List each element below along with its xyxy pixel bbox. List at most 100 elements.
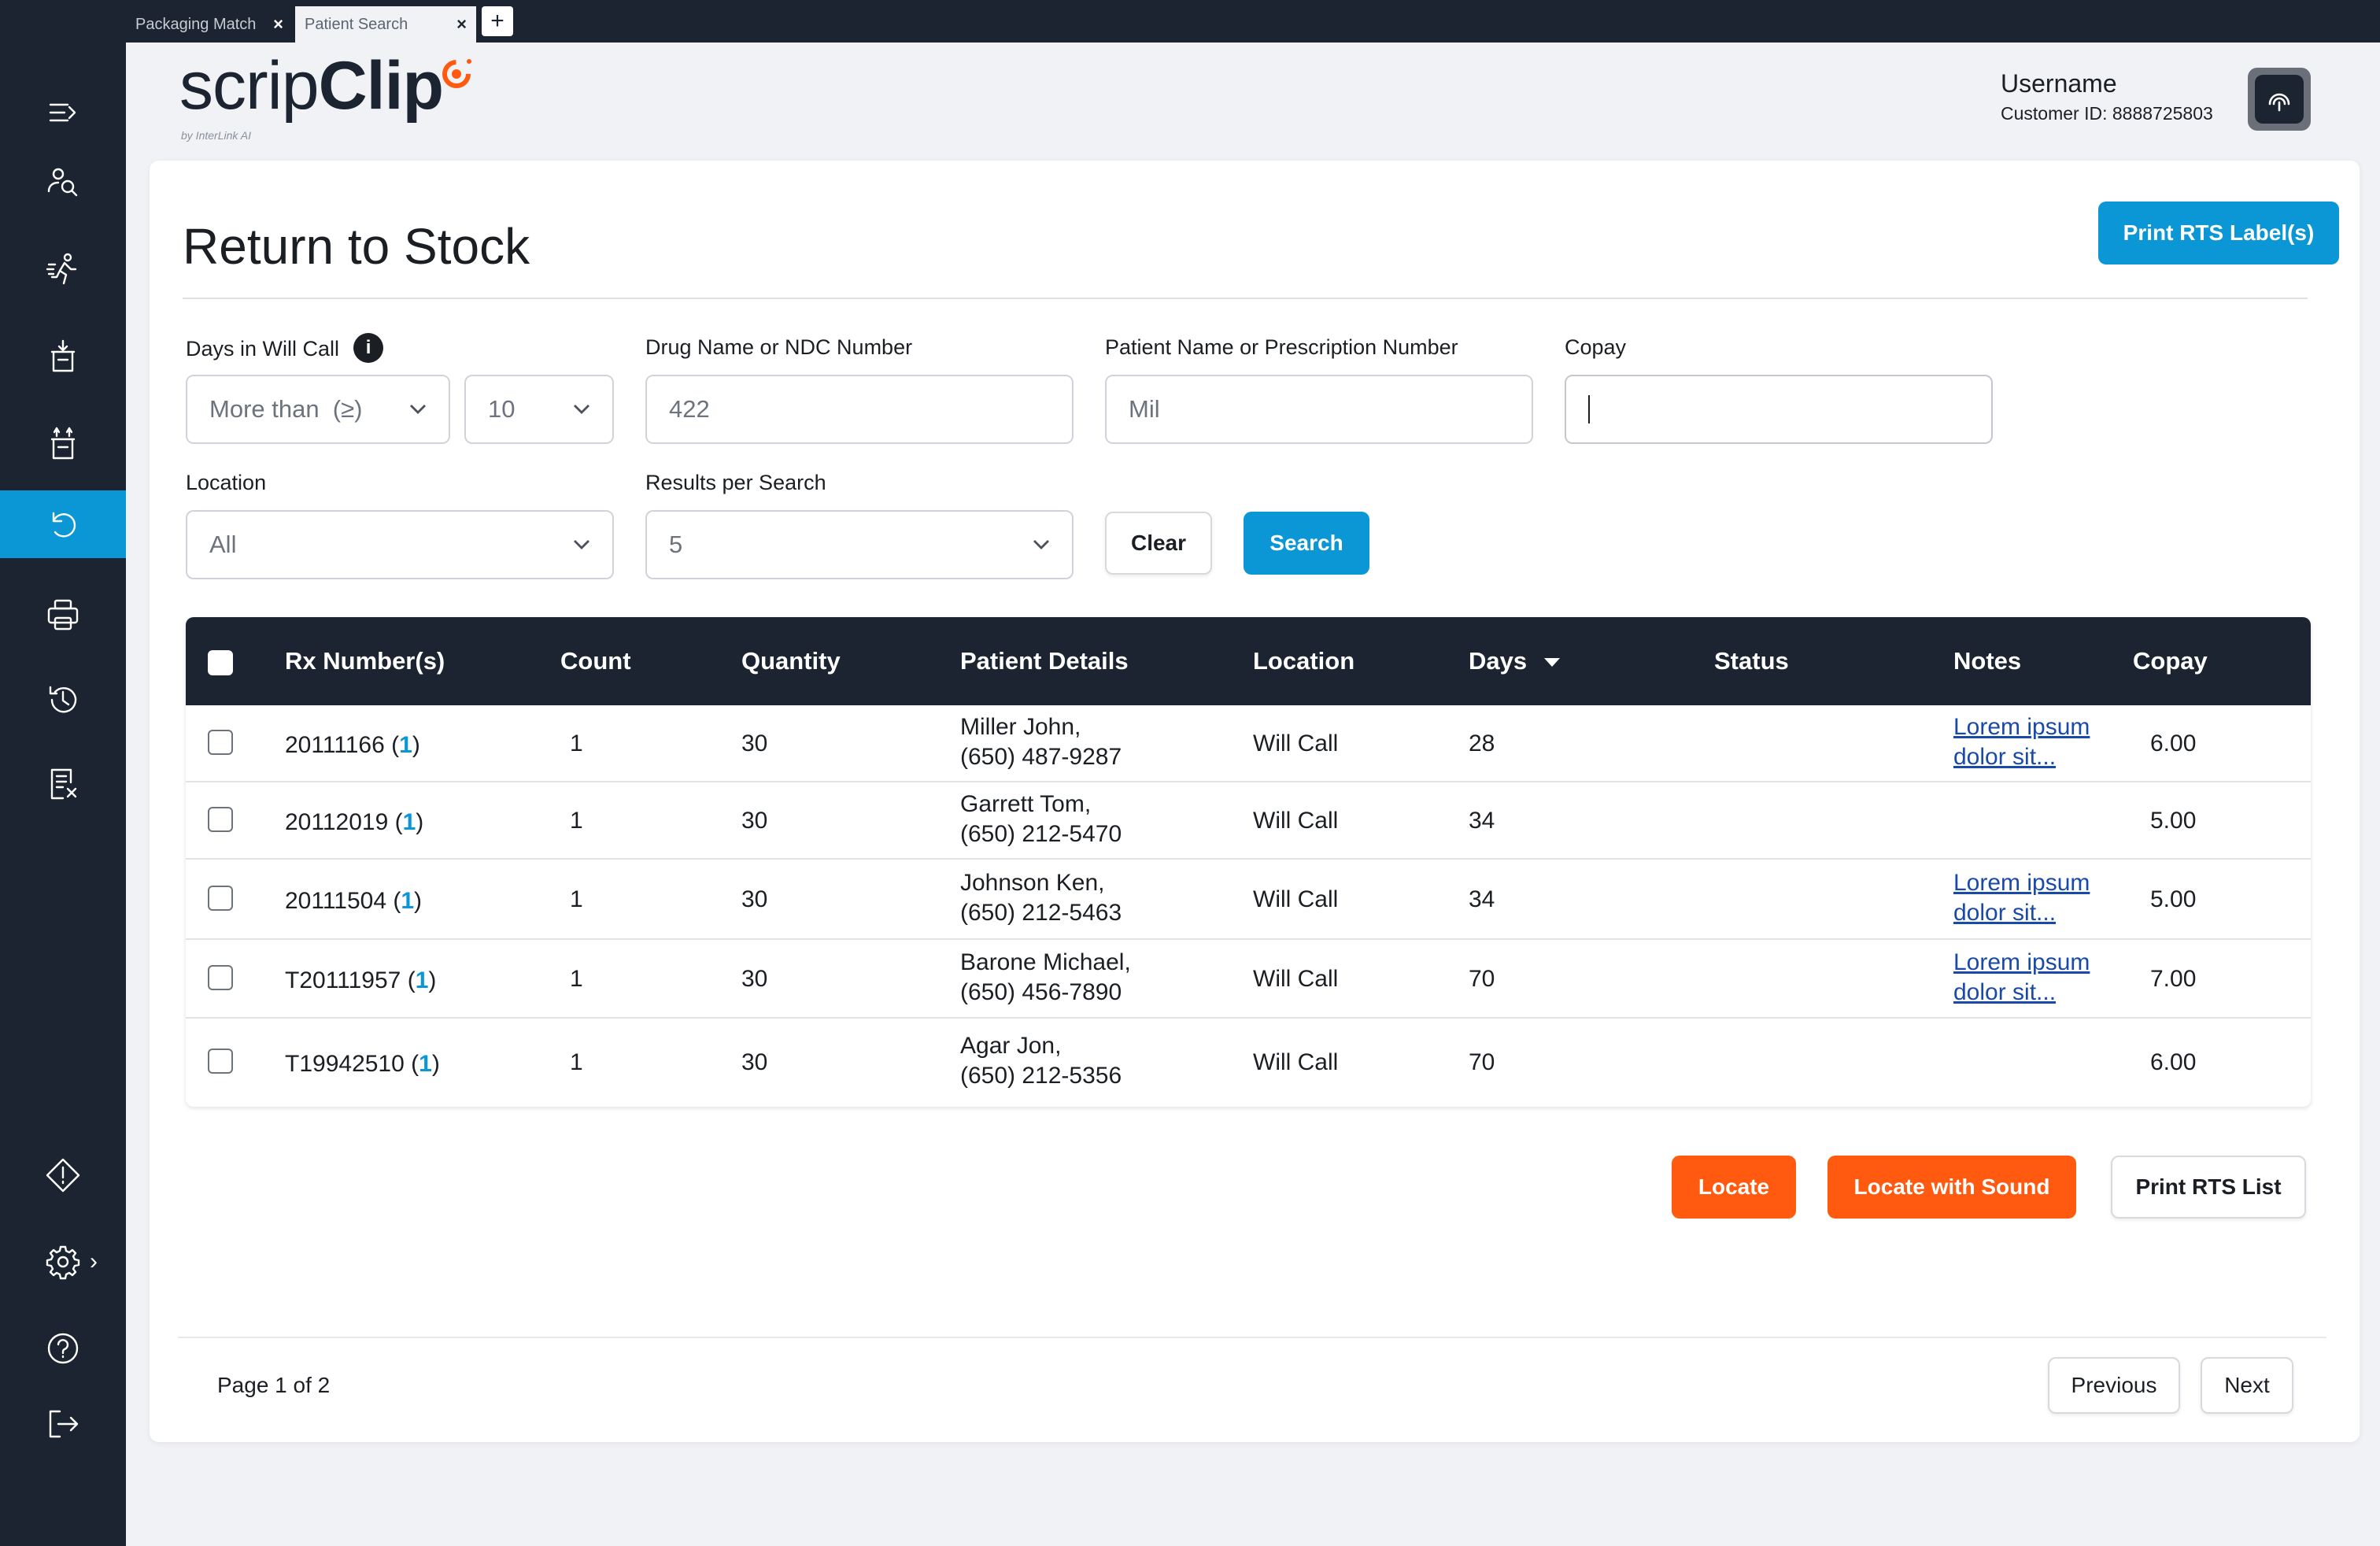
- patient-details-cell: Garrett Tom, (650) 212-5470: [960, 790, 1122, 849]
- sidebar-item-runner[interactable]: [0, 235, 126, 303]
- print-rts-labels-button[interactable]: Print RTS Label(s): [2098, 202, 2339, 264]
- tab-packaging-match[interactable]: Packaging Match ×: [126, 6, 293, 43]
- copay-label: Copay: [1565, 335, 1627, 359]
- sidebar-item-logout[interactable]: [0, 1390, 126, 1458]
- title-divider: [183, 298, 2308, 299]
- column-header-patient[interactable]: Patient Details: [960, 647, 1129, 675]
- customer-id: Customer ID: 8888725803: [2001, 103, 2213, 124]
- column-header-status[interactable]: Status: [1714, 647, 1789, 675]
- alert-diamond-icon: [46, 1158, 80, 1193]
- row-checkbox[interactable]: [208, 1049, 233, 1074]
- location-select[interactable]: All: [186, 510, 614, 579]
- rx-number-cell: 20111166 (1): [285, 732, 420, 758]
- tab-patient-search[interactable]: Patient Search ×: [295, 6, 476, 43]
- row-checkbox[interactable]: [208, 807, 233, 832]
- sidebar-item-cancel-receipt[interactable]: [0, 750, 126, 818]
- row-checkbox[interactable]: [208, 965, 233, 990]
- days-header-label: Days: [1469, 647, 1528, 675]
- patient-details-cell: Miller John, (650) 487-9287: [960, 712, 1122, 772]
- patient-name-value: Mil: [1129, 395, 1160, 423]
- patient-search-icon: [47, 168, 78, 197]
- tab-label: Packaging Match: [135, 15, 257, 33]
- sidebar-item-history[interactable]: [0, 666, 126, 734]
- menu-expand-button[interactable]: [0, 79, 126, 146]
- new-tab-button[interactable]: +: [482, 6, 513, 36]
- column-header-count[interactable]: Count: [560, 647, 631, 675]
- patient-name: Agar Jon,: [960, 1033, 1062, 1059]
- search-button[interactable]: Search: [1244, 512, 1369, 575]
- sidebar-item-patient-search[interactable]: [0, 148, 126, 216]
- days-value-select[interactable]: 10: [464, 375, 614, 444]
- print-rts-list-button[interactable]: Print RTS List: [2111, 1156, 2306, 1219]
- drug-name-label: Drug Name or NDC Number: [645, 335, 913, 359]
- column-header-location[interactable]: Location: [1253, 647, 1354, 675]
- help-icon: [47, 1333, 79, 1364]
- days-operator-select[interactable]: More than (≥): [186, 375, 450, 444]
- clear-button[interactable]: Clear: [1105, 512, 1212, 575]
- rx-count-link[interactable]: 1: [399, 732, 412, 758]
- patient-name-input[interactable]: Mil: [1105, 375, 1533, 444]
- patient-phone: (650) 456-7890: [960, 979, 1122, 1005]
- footer-divider: [178, 1337, 2326, 1338]
- bin-in-icon: [50, 339, 76, 372]
- notes-line: dolor sit...: [1953, 900, 2057, 926]
- count-cell: 1: [570, 1049, 583, 1075]
- rx-count-link[interactable]: 1: [419, 1051, 432, 1077]
- sidebar-item-print[interactable]: [0, 581, 126, 649]
- locate-button[interactable]: Locate: [1672, 1156, 1796, 1219]
- column-header-quantity[interactable]: Quantity: [741, 647, 841, 675]
- copay-cell: 6.00: [2150, 730, 2197, 756]
- info-icon[interactable]: i: [353, 333, 384, 363]
- avatar-button[interactable]: [2248, 68, 2311, 131]
- close-icon[interactable]: ×: [456, 14, 467, 35]
- patient-phone: (650) 212-5470: [960, 821, 1122, 847]
- row-checkbox[interactable]: [208, 730, 233, 755]
- notes-link[interactable]: Lorem ipsum dolor sit...: [1953, 948, 2090, 1008]
- table-row[interactable]: T19942510 (1) 1 30 Agar Jon, (650) 212-5356 W…: [186, 1019, 2311, 1107]
- patient-phone: (650) 212-5356: [960, 1063, 1122, 1089]
- sidebar-item-settings[interactable]: ›: [0, 1228, 126, 1296]
- close-icon[interactable]: ×: [273, 14, 283, 35]
- copay-input[interactable]: [1565, 375, 1993, 444]
- column-header-copay[interactable]: Copay: [2133, 647, 2208, 675]
- user-info: Username Customer ID: 8888725803: [2001, 69, 2213, 124]
- drug-name-input[interactable]: 422: [645, 375, 1074, 444]
- menu-expand-icon: [49, 103, 76, 122]
- row-checkbox[interactable]: [208, 886, 233, 911]
- sidebar-item-bin-out[interactable]: [0, 410, 126, 478]
- location-cell: Will Call: [1253, 886, 1339, 912]
- sort-descending-icon: [1544, 658, 1561, 668]
- notes-link[interactable]: Lorem ipsum dolor sit...: [1953, 868, 2090, 928]
- days-cell: 28: [1469, 730, 1495, 756]
- location-label: Location: [186, 471, 267, 494]
- table-row[interactable]: 20111166 (1) 1 30 Miller John, (650) 487-928…: [186, 705, 2311, 782]
- copay-cell: 5.00: [2150, 886, 2197, 912]
- rx-count-link[interactable]: 1: [401, 888, 414, 914]
- column-header-notes[interactable]: Notes: [1953, 647, 2021, 675]
- sidebar-item-help[interactable]: [0, 1315, 126, 1382]
- locate-with-sound-button[interactable]: Locate with Sound: [1828, 1156, 2076, 1219]
- scripclip-logo: scripClip by InterLink AI: [179, 52, 494, 146]
- table-row[interactable]: 20111504 (1) 1 30 Johnson Ken, (650) 212-546…: [186, 860, 2311, 940]
- chevron-right-icon[interactable]: ›: [90, 1248, 98, 1275]
- settings-gear-icon: [46, 1245, 80, 1280]
- chevron-down-icon: [574, 540, 589, 549]
- column-header-days[interactable]: Days: [1469, 647, 1561, 675]
- notes-link[interactable]: Lorem ipsum dolor sit...: [1953, 712, 2090, 772]
- sidebar-item-return-to-stock[interactable]: [0, 490, 126, 558]
- notes-line: dolor sit...: [1953, 979, 2057, 1005]
- previous-page-button[interactable]: Previous: [2048, 1357, 2180, 1414]
- column-header-rx[interactable]: Rx Number(s): [285, 647, 445, 675]
- next-page-button[interactable]: Next: [2201, 1357, 2293, 1414]
- rx-count-link[interactable]: 1: [416, 967, 429, 993]
- table-row[interactable]: 20112019 (1) 1 30 Garrett Tom, (650) 212-547…: [186, 782, 2311, 860]
- table-row[interactable]: T20111957 (1) 1 30 Barone Michael, (650) 456…: [186, 940, 2311, 1019]
- sidebar-item-bin-in[interactable]: [0, 323, 126, 390]
- return-to-stock-icon: [52, 512, 76, 538]
- rx-count-link[interactable]: 1: [403, 809, 416, 835]
- results-per-search-select[interactable]: 5: [645, 510, 1074, 579]
- patient-details-cell: Barone Michael, (650) 456-7890: [960, 948, 1131, 1008]
- select-all-checkbox[interactable]: [208, 650, 233, 675]
- chevron-down-icon: [410, 405, 426, 414]
- sidebar-item-alerts[interactable]: [0, 1141, 126, 1209]
